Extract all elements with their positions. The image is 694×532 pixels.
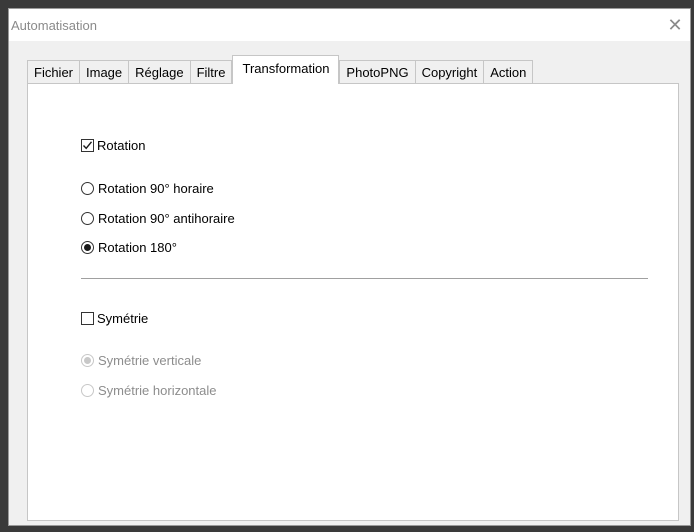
tab-image[interactable]: Image [79,60,130,84]
close-icon[interactable]: ✕ [664,14,686,36]
symmetry-checkbox[interactable] [81,311,94,325]
rotation-90-ccw-label: Rotation 90° antihoraire [98,210,235,226]
rotation-90-ccw-option[interactable]: Rotation 90° antihoraire [81,209,235,227]
rotation-checkbox[interactable] [81,138,94,152]
section-divider [81,278,648,279]
symmetry-vertical-label: Symétrie verticale [98,352,202,368]
rotation-checkbox-row[interactable]: Rotation [81,136,145,154]
radio-selected-dot [84,356,91,364]
tab-bar: Fichier Image Réglage Filtre Transformat… [27,55,534,84]
automation-dialog: Automatisation ✕ Fichier Image Réglage F… [8,8,691,526]
symmetry-vertical-radio [81,353,94,367]
rotation-180-option[interactable]: Rotation 180° [81,238,177,256]
tab-action[interactable]: Action [483,60,534,84]
rotation-label: Rotation [97,137,146,153]
title-bar: Automatisation ✕ [9,9,690,41]
rotation-90-cw-option[interactable]: Rotation 90° horaire [81,179,214,197]
rotation-180-label: Rotation 180° [98,239,177,255]
symmetry-horizontal-radio [81,383,94,397]
radio-selected-dot [84,243,91,251]
symmetry-horizontal-label: Symétrie horizontale [98,382,217,398]
transformation-panel: Rotation Rotation 90° horaire Rotation 9… [27,83,679,521]
tab-transformation[interactable]: Transformation [232,55,340,84]
tab-photopng[interactable]: PhotoPNG [339,60,416,84]
window-title: Automatisation [11,18,97,33]
rotation-180-radio[interactable] [81,240,94,254]
rotation-90-cw-radio[interactable] [81,181,94,195]
tab-filtre[interactable]: Filtre [189,60,233,84]
symmetry-vertical-option: Symétrie verticale [81,351,201,369]
checkmark-icon [82,140,93,149]
tab-fichier[interactable]: Fichier [27,60,81,84]
rotation-90-cw-label: Rotation 90° horaire [98,180,214,196]
tab-reglage[interactable]: Réglage [128,60,191,84]
symmetry-checkbox-row[interactable]: Symétrie [81,309,148,327]
symmetry-label: Symétrie [97,310,149,326]
rotation-90-ccw-radio[interactable] [81,211,94,225]
tab-copyright[interactable]: Copyright [414,60,485,84]
symmetry-horizontal-option: Symétrie horizontale [81,381,217,399]
